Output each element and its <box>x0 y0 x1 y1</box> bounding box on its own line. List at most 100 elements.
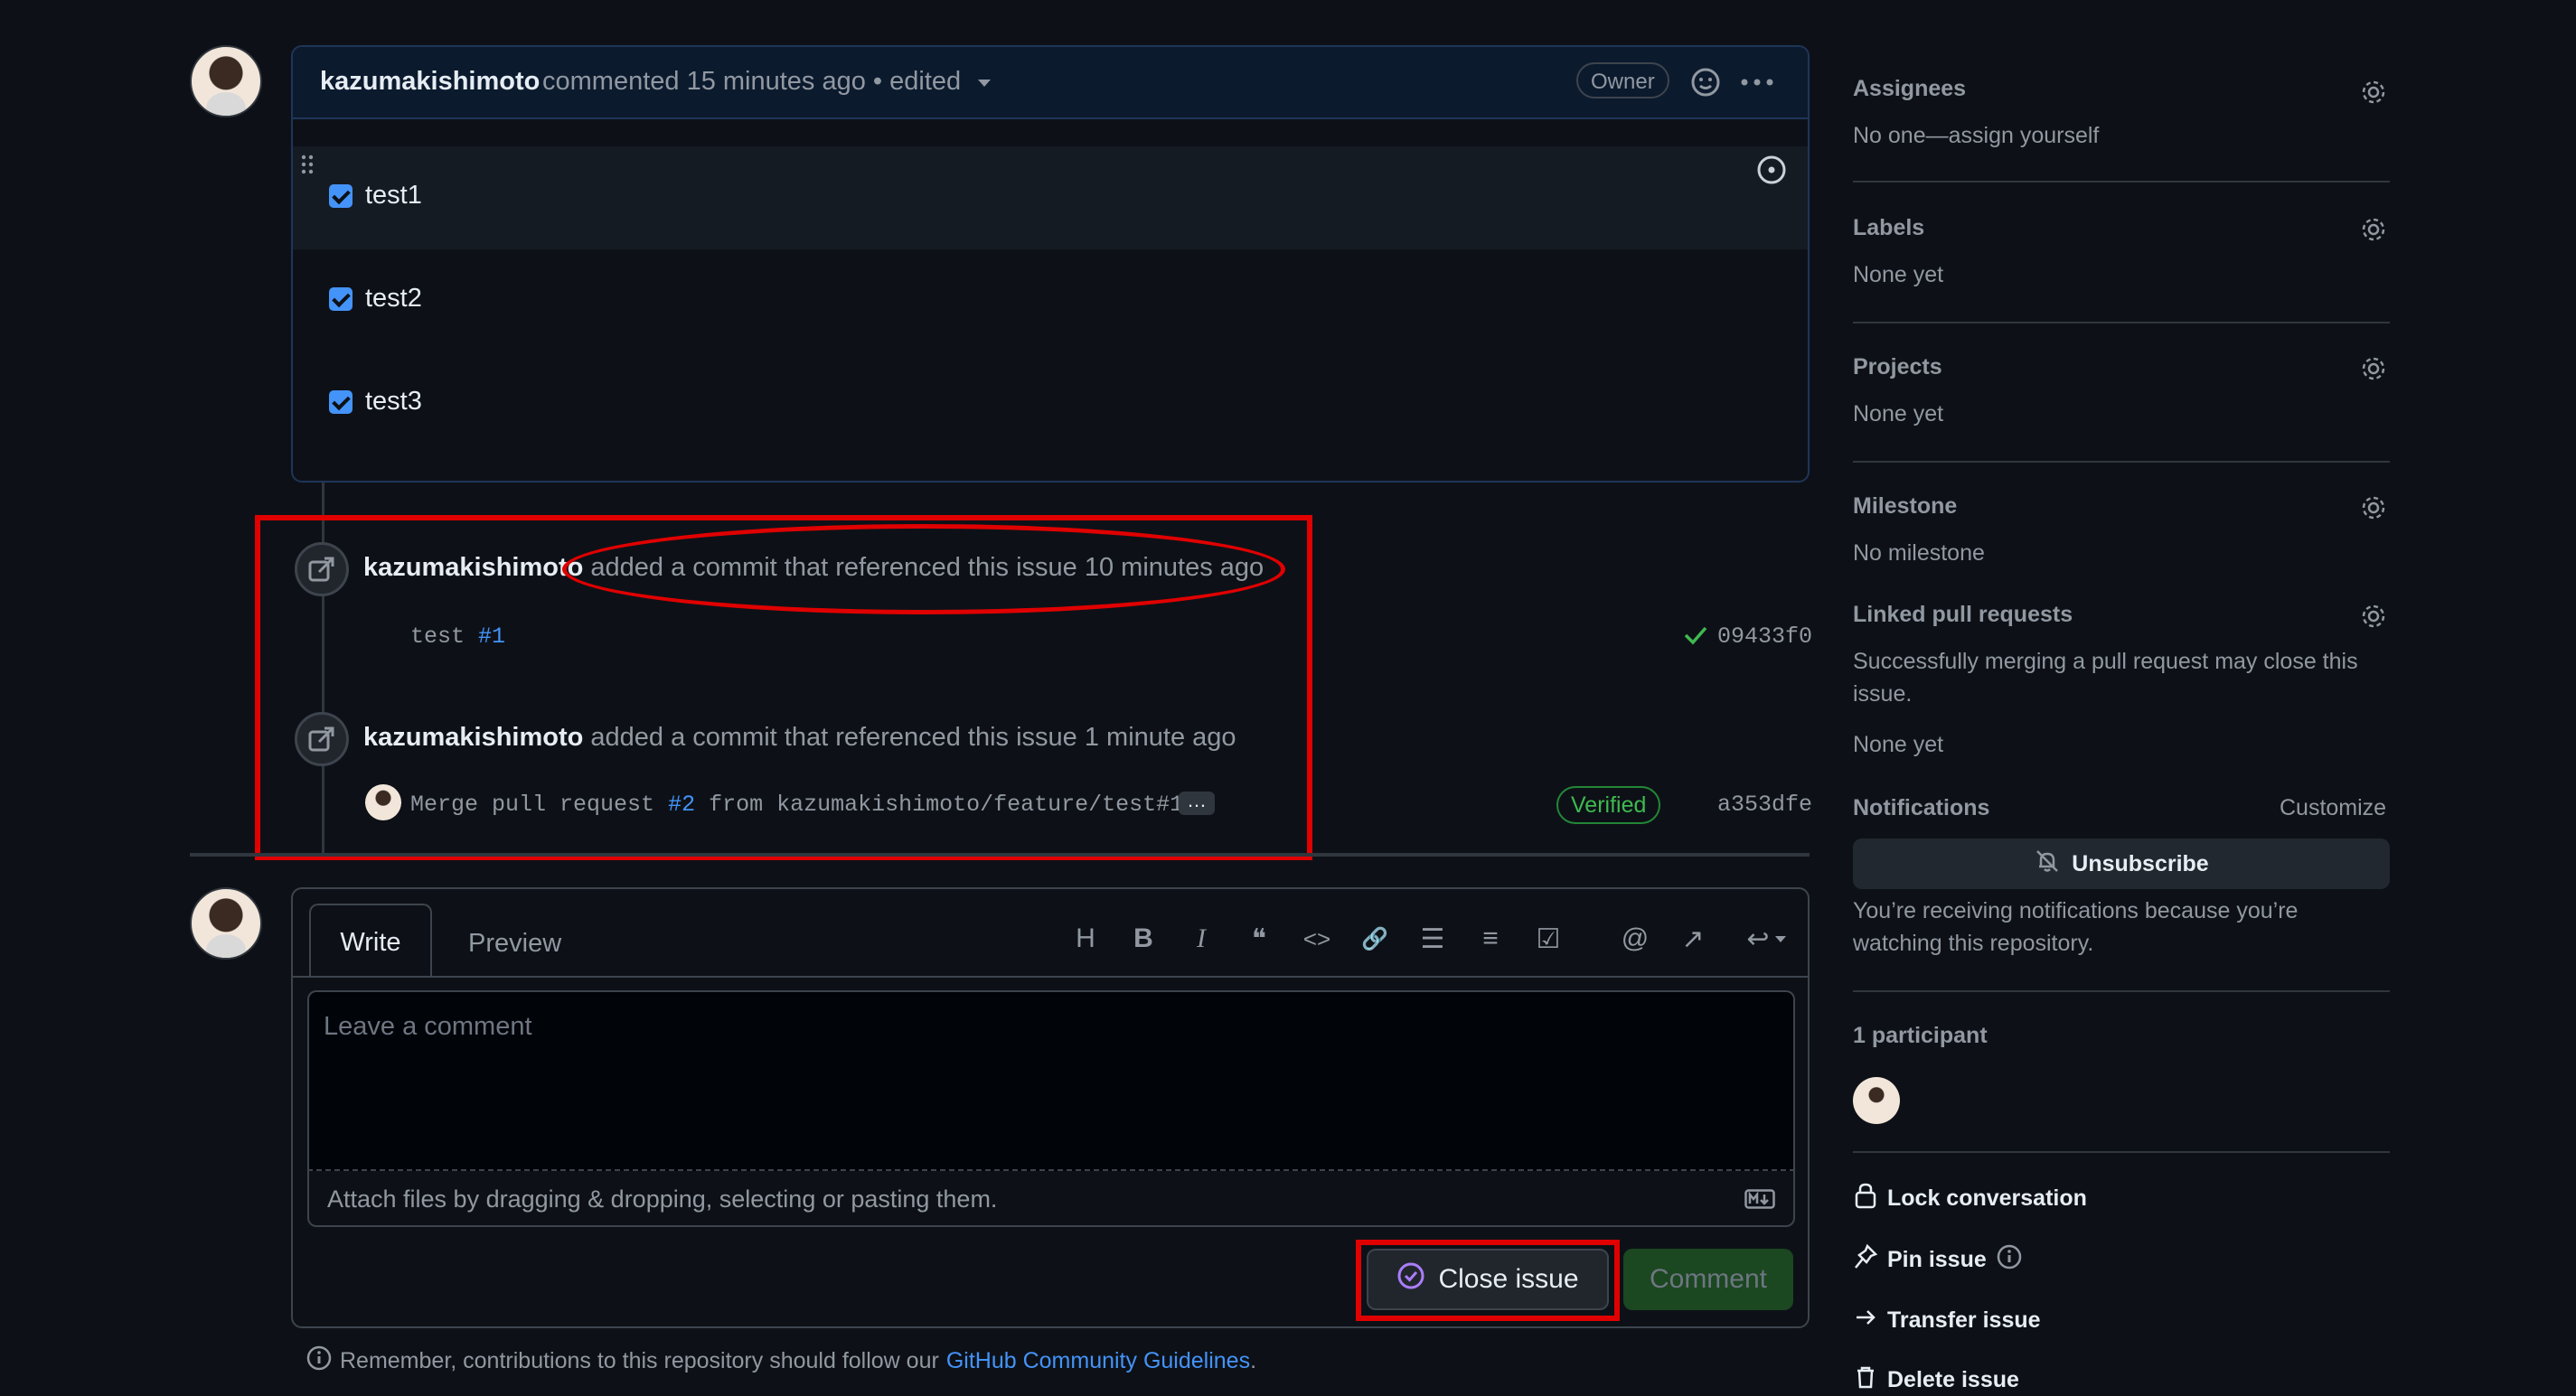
guidelines-link[interactable]: GitHub Community Guidelines <box>946 1348 1250 1374</box>
task-checkbox[interactable] <box>329 389 353 414</box>
issue-link[interactable]: #1 <box>478 623 505 650</box>
timeline-divider <box>190 853 1810 857</box>
participants-heading: 1 participant <box>1853 1023 1988 1048</box>
current-user-avatar[interactable] <box>190 887 262 960</box>
info-icon[interactable] <box>1996 1243 2023 1277</box>
issue-comment: kazumakishimoto commented 15 minutes ago… <box>291 45 1810 483</box>
task-label: test3 <box>365 387 422 416</box>
gear-icon[interactable] <box>2357 213 2390 246</box>
tab-write[interactable]: Write <box>309 904 432 976</box>
close-issue-label: Close issue <box>1438 1264 1579 1294</box>
link-icon[interactable]: 🔗 <box>1352 916 1397 961</box>
timeline-line <box>322 483 324 855</box>
comment-meta[interactable]: commented 15 minutes ago • edited <box>542 67 961 97</box>
attach-files-bar[interactable]: Attach files by dragging & dropping, sel… <box>307 1171 1795 1227</box>
unordered-list-icon[interactable]: ☰ <box>1410 916 1455 961</box>
divider <box>1853 322 2390 323</box>
chevron-down-icon[interactable] <box>1775 936 1786 942</box>
notifications-heading: Notifications <box>1853 795 1990 820</box>
task-item: test1 <box>329 181 422 211</box>
linked-pr-heading[interactable]: Linked pull requests <box>1853 602 2073 628</box>
check-icon <box>1683 623 1708 651</box>
unsubscribe-button[interactable]: Unsubscribe <box>1853 839 2390 889</box>
event-action: added a commit that referenced this issu… <box>590 553 1264 582</box>
commit-author-avatar[interactable] <box>365 784 401 820</box>
commit-sha[interactable]: a353dfe <box>1717 792 1812 818</box>
verified-badge[interactable]: Verified <box>1556 786 1661 824</box>
transfer-issue-action[interactable]: Transfer issue <box>1853 1305 2041 1336</box>
task-label: test2 <box>365 284 422 313</box>
drag-handle-icon[interactable] <box>300 154 315 180</box>
expand-commit-button[interactable]: … <box>1179 791 1215 815</box>
linked-pr-value: None yet <box>1853 732 1944 757</box>
bold-icon[interactable]: B <box>1121 916 1166 961</box>
commit-text[interactable]: Merge pull request <box>410 792 654 818</box>
bell-slash-icon <box>2034 848 2061 881</box>
customize-link[interactable]: Customize <box>2280 795 2386 821</box>
assignees-heading[interactable]: Assignees <box>1853 76 1966 102</box>
milestone-heading[interactable]: Milestone <box>1853 493 1957 520</box>
pull-request-link[interactable]: #2 <box>668 792 695 818</box>
participant-avatar[interactable] <box>1853 1077 1900 1124</box>
attach-hint: Attach files by dragging & dropping, sel… <box>327 1185 998 1213</box>
task-item: test2 <box>329 284 422 314</box>
comment-textarea[interactable]: Leave a comment <box>307 990 1795 1171</box>
guidelines-text: Remember, contributions to this reposito… <box>340 1348 939 1373</box>
task-checkbox[interactable] <box>329 286 353 311</box>
projects-heading[interactable]: Projects <box>1853 354 1942 380</box>
quote-icon[interactable]: ❝ <box>1236 916 1282 961</box>
assignees-value[interactable]: No one—assign yourself <box>1853 119 2099 152</box>
event-author[interactable]: kazumakishimoto <box>363 723 583 752</box>
heading-icon[interactable]: H <box>1063 916 1108 961</box>
task-list-icon[interactable]: ☑ <box>1526 916 1571 961</box>
task-item: test3 <box>329 387 422 417</box>
pin-issue-action[interactable]: Pin issue <box>1853 1243 2023 1277</box>
divider <box>1853 1151 2390 1153</box>
author-avatar[interactable] <box>190 45 262 117</box>
arrow-right-icon <box>1853 1305 1878 1336</box>
event-author[interactable]: kazumakishimoto <box>363 553 583 582</box>
saved-replies-icon[interactable]: ↩ <box>1735 916 1781 961</box>
smiley-icon[interactable] <box>1690 67 1721 102</box>
ordered-list-icon[interactable]: ≡ <box>1468 916 1513 961</box>
lock-label: Lock conversation <box>1887 1185 2087 1211</box>
milestone-value: No milestone <box>1853 540 1985 566</box>
commit-message: Merge pull request #2 from kazumakishimo… <box>410 792 1183 818</box>
labels-value: None yet <box>1853 262 1944 287</box>
guidelines-suffix: . <box>1250 1348 1257 1373</box>
tab-preview[interactable]: Preview <box>468 929 561 959</box>
comment-button[interactable]: Comment <box>1623 1249 1793 1310</box>
issue-options-icon[interactable] <box>1755 154 1788 191</box>
more-options-icon[interactable] <box>1739 67 1775 102</box>
lock-icon <box>1853 1182 1878 1215</box>
event-text: kazumakishimoto added a commit that refe… <box>363 553 1264 583</box>
pin-icon <box>1853 1243 1878 1277</box>
mention-icon[interactable]: @ <box>1612 916 1658 961</box>
italic-icon[interactable]: I <box>1179 916 1224 961</box>
gear-icon[interactable] <box>2357 600 2390 632</box>
gear-icon[interactable] <box>2357 76 2390 108</box>
projects-value: None yet <box>1853 401 1944 426</box>
event-action: added a commit that referenced this issu… <box>590 723 1236 752</box>
lock-conversation-action[interactable]: Lock conversation <box>1853 1182 2087 1215</box>
linked-pr-description: Successfully merging a pull request may … <box>1853 649 2358 707</box>
commit-sha[interactable]: 09433f0 <box>1717 623 1812 650</box>
divider <box>1853 181 2390 183</box>
task-checkbox[interactable] <box>329 183 353 208</box>
commit-text[interactable]: test <box>410 623 465 650</box>
commit-reference-icon <box>295 712 349 766</box>
commit-reference-icon <box>295 542 349 596</box>
close-issue-button[interactable]: Close issue <box>1367 1249 1609 1310</box>
chevron-down-icon[interactable] <box>978 80 991 87</box>
task-row-highlight <box>293 146 1808 249</box>
gear-icon[interactable] <box>2357 352 2390 385</box>
code-icon[interactable]: <> <box>1294 916 1340 961</box>
notification-reason: You’re receiving notifications because y… <box>1853 898 2299 956</box>
pin-label: Pin issue <box>1887 1247 1987 1272</box>
cross-reference-icon[interactable]: ↗ <box>1670 916 1716 961</box>
labels-heading[interactable]: Labels <box>1853 215 1924 241</box>
comment-author[interactable]: kazumakishimoto <box>320 67 540 97</box>
gear-icon[interactable] <box>2357 492 2390 524</box>
commit-text[interactable]: from kazumakishimoto/feature/test#1 <box>709 792 1183 818</box>
info-icon <box>306 1344 333 1378</box>
